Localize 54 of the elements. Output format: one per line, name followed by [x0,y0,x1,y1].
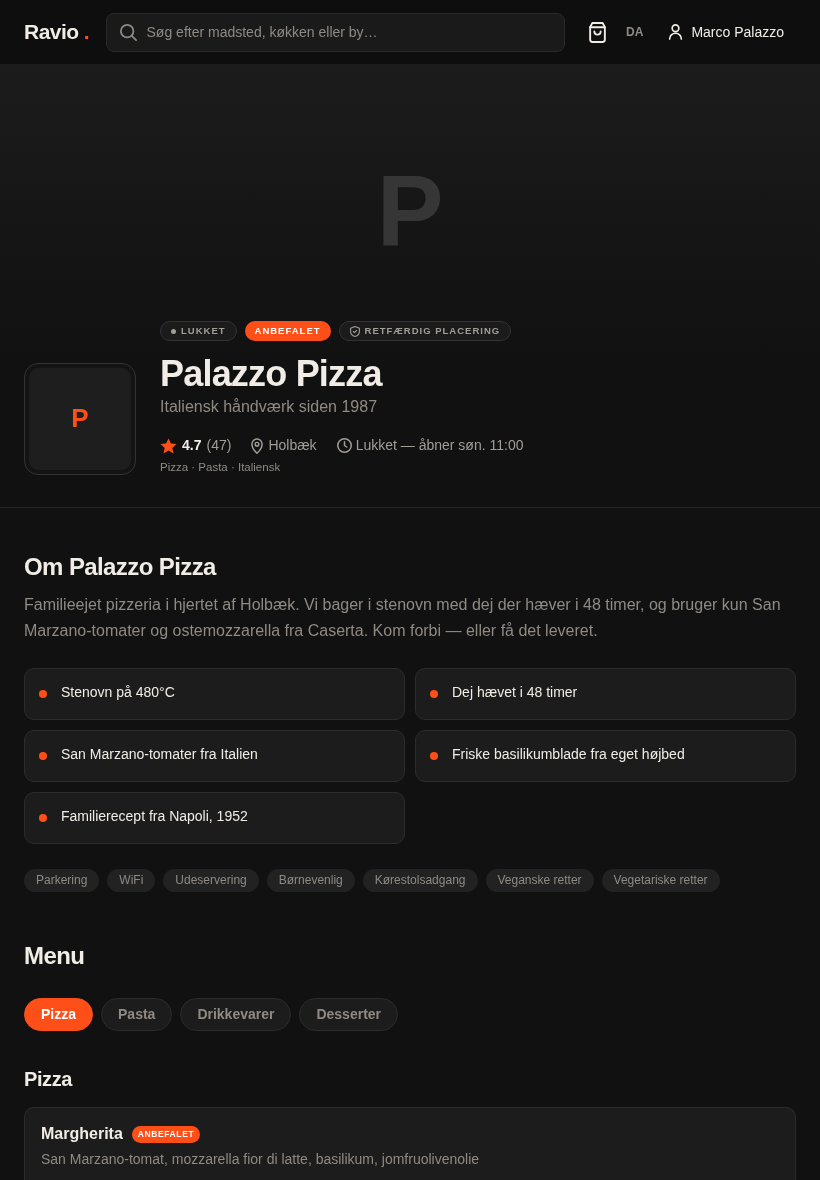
item-name: Margherita [41,1124,123,1145]
amenity-tag: Udeservering [163,868,259,892]
brand-logo[interactable]: Ravio [24,16,79,48]
search-field[interactable]: Søg efter madsted, køkken eller by… [105,12,565,52]
category-tab[interactable]: Drikkevarer [180,998,292,1032]
status-label: LUKKET [181,323,226,338]
category-heading: Pizza [24,1067,74,1092]
recommended-badge: ANBEFALET [244,321,331,341]
category-tab[interactable]: Pizza [24,998,93,1032]
shield-check-icon [349,325,360,337]
bullet-dot-icon [430,689,438,698]
review-count: (47) [206,437,232,454]
language-selector[interactable]: DA [626,23,644,41]
amenity-tag: WiFi [107,868,156,892]
category-tab[interactable]: Desserter [299,998,399,1032]
search-icon [119,23,137,41]
brand-logo-dot: . [83,19,90,46]
clock-icon [336,438,352,454]
restaurant-name: Palazzo Pizza [160,353,384,395]
item-description: San Marzano-tomat, mozzarella fior di latte, basilikum, jomfruolivenolie [41,1151,481,1169]
recommended-badge: ANBEFALET [131,1125,201,1143]
bullet-dot-icon [430,751,438,760]
shopping-bag-icon[interactable] [588,21,608,43]
highlight-text: Dej hævet i 48 timer [452,682,578,701]
location-text: Holbæk [268,437,317,454]
logo-letter: P [71,402,89,436]
menu-item-card[interactable]: Margherita ANBEFALET San Marzano-tomat, mozzarella fior di latte, basilikum, jomfruolivenolie [24,1107,796,1180]
amenity-tag: Kørestolsadgang [362,868,478,892]
category-tab[interactable]: Pasta [101,998,173,1032]
bullet-dot-icon [39,689,47,698]
amenity-tag: Veganske retter [485,868,594,892]
cuisine-list: Pizza · Pasta · Italiensk [160,461,524,475]
user-name: Marco Palazzo [691,22,784,42]
highlight-text: Familierecept fra Napoli, 1952 [61,806,248,825]
user-menu-button[interactable]: Marco Palazzo [668,21,784,43]
fair-ranking-label: RETFÆRDIG PLACERING [364,323,501,338]
bullet-dot-icon [39,813,47,822]
bullet-dot-icon [39,751,47,760]
map-pin-icon [251,437,264,454]
highlight-text: Stenovn på 480°C [61,682,175,701]
amenity-tag: Børnevenlig [266,868,355,892]
opening-hours-text: Lukket — åbner søn. 11:00 [355,437,524,454]
rating-value: 4.7 [182,437,202,454]
section-heading: Om Palazzo Pizza [24,552,218,582]
highlight-text: Friske basilikumblade fra eget højbed [452,744,685,763]
about-description: Familieejet pizzeria i hjertet af Holbæk. Vi bager i stenovn med dej der hæver i 48 timer, og bruger kun San Marzano-tomater og ostemozzarella fra Caserta. Kom forbi — eller få det leveret. [24,594,782,641]
highlight-text: San Marzano-tomater fra Italien [61,744,258,763]
star-icon [160,437,177,454]
amenity-tag: Parkering [24,868,100,892]
user-icon [668,24,684,40]
status-dot-icon [171,328,176,334]
restaurant-tagline: Italiensk håndværk siden 1987 [160,397,379,418]
amenity-tag: Vegetariske retter [601,868,720,892]
section-heading: Menu [24,941,86,971]
